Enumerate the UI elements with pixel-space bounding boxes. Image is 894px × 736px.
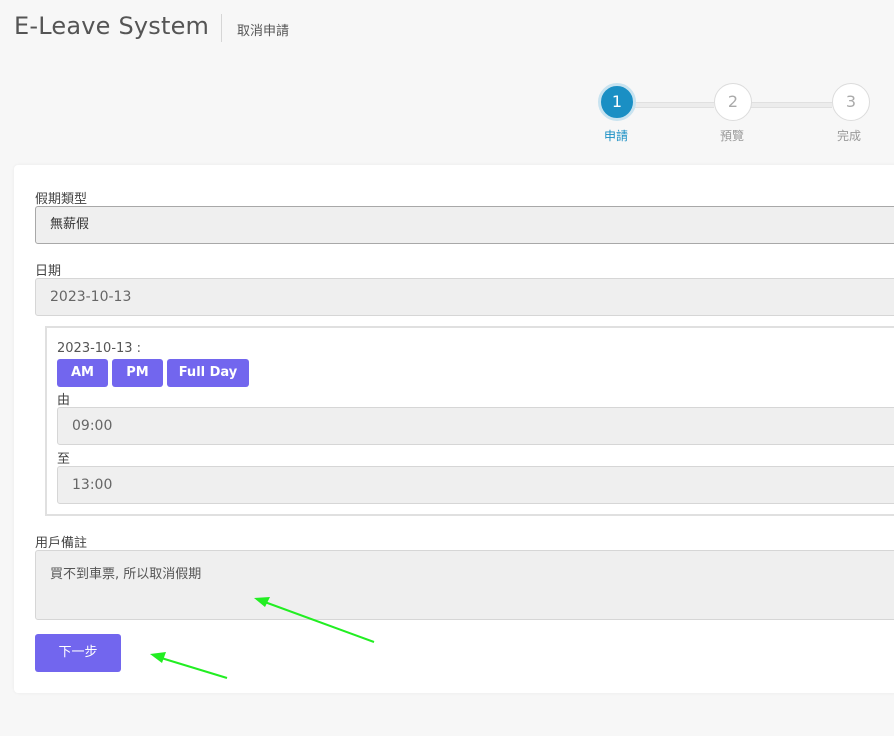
step-connector [632,102,714,108]
slot-date-text: 2023-10-13 : [57,341,142,356]
date-label: 日期 [35,264,62,279]
leave-type-value: 無薪假 [50,217,90,232]
step-2-label: 預覽 [719,129,744,143]
title-divider [221,14,222,42]
step-1-circle: 1 [598,83,636,121]
step-connector [750,102,832,108]
step-1-label: 申請 [603,129,628,143]
remark-value: 買不到車票, 所以取消假期 [50,567,202,582]
from-time-input[interactable]: 09:00 [57,407,894,445]
step-2-circle: 2 [714,83,752,121]
remark-label: 用戶備註 [35,536,88,551]
leave-type-label: 假期類型 [35,192,88,207]
next-step-button[interactable]: 下一步 [35,634,121,672]
to-time-input[interactable]: 13:00 [57,466,894,504]
to-time-value: 13:00 [72,477,113,493]
to-label: 至 [57,452,71,467]
leave-form-card: 假期類型 無薪假 日期 2023-10-13 2023-10-13 : AM P… [14,165,894,693]
from-time-value: 09:00 [72,418,113,434]
full-day-button[interactable]: Full Day [167,359,249,387]
step-3-label: 完成 [836,129,861,143]
date-input[interactable]: 2023-10-13 [35,278,894,316]
pm-button[interactable]: PM [112,359,163,387]
step-3-circle: 3 [832,83,870,121]
date-value: 2023-10-13 [50,289,132,305]
from-label: 由 [57,393,71,408]
leave-type-select[interactable]: 無薪假 [35,206,894,244]
time-slot-panel: 2023-10-13 : AM PM Full Day 由 09:00 至 13… [45,326,894,516]
am-button[interactable]: AM [57,359,108,387]
page-subtitle: 取消申請 [237,24,290,39]
remark-textarea[interactable]: 買不到車票, 所以取消假期 [35,550,894,620]
progress-stepper: 1 2 3 申請 預覽 完成 [596,83,894,143]
app-title: E-Leave System [14,12,210,40]
